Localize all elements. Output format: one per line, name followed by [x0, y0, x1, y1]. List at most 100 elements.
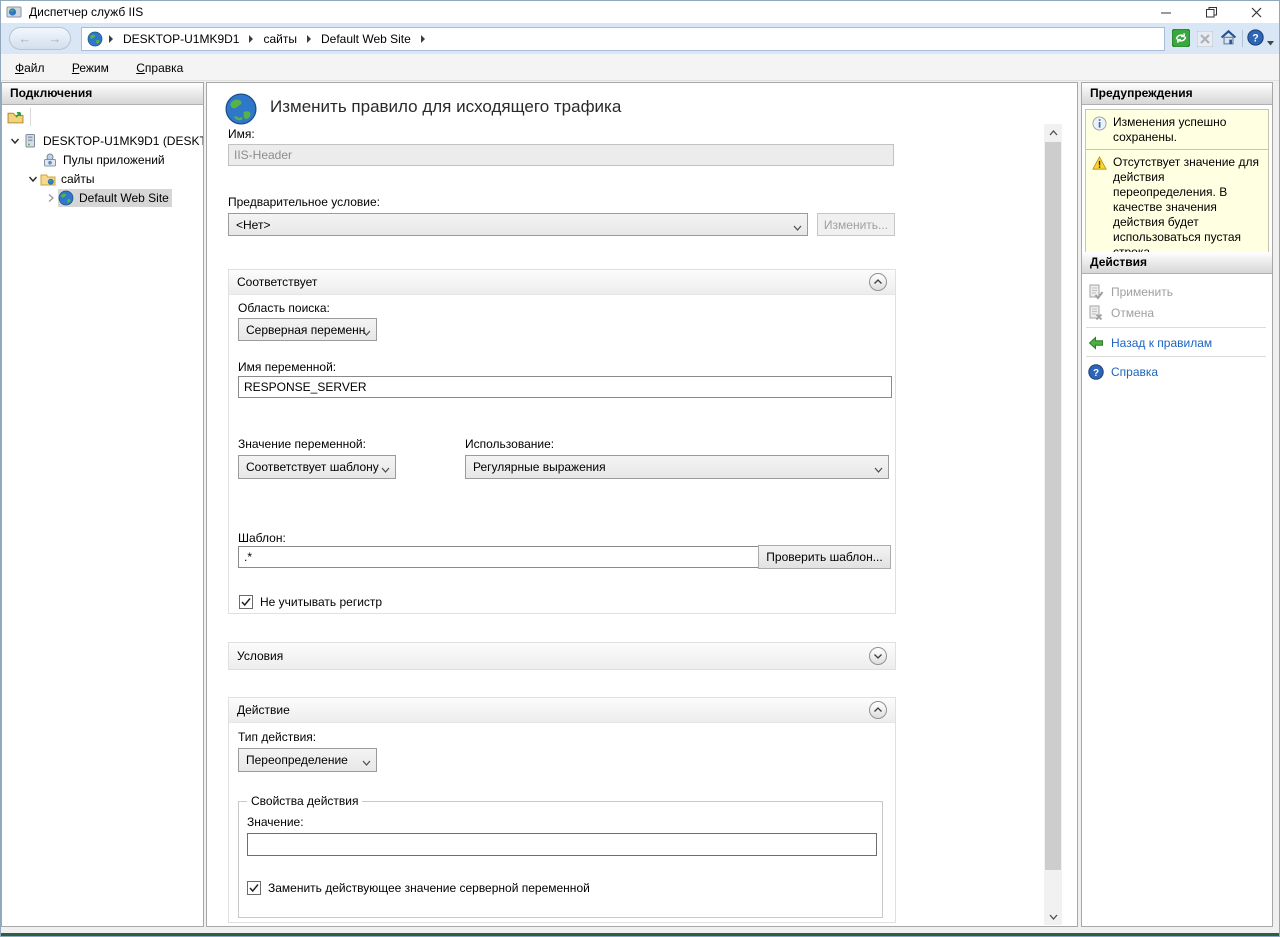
tree-node-sites[interactable]: сайты: [2, 169, 203, 188]
tree-node-server[interactable]: DESKTOP-U1MK9D1 (DESKTOI: [2, 131, 203, 150]
apply-label: Применить: [1111, 285, 1173, 299]
apply-action: Применить: [1082, 282, 1272, 302]
action-properties-title: Свойства действия: [247, 794, 362, 808]
edit-outbound-rule-page: Изменить правило для исходящего трафика …: [206, 82, 1078, 927]
toolbar-divider: [30, 108, 31, 126]
address-bar: ← → DESKTOP-U1MK9D1 сайты Default Web Si…: [1, 23, 1279, 54]
collapse-icon[interactable]: [869, 701, 887, 719]
server-icon: [22, 133, 39, 149]
replace-value-checkbox[interactable]: [247, 881, 261, 895]
site-globe-icon: [58, 190, 75, 206]
app-pools-icon: [42, 152, 59, 168]
scroll-up-icon[interactable]: [1044, 124, 1062, 141]
right-panel: Предупреждения Изменения успешно сохране…: [1081, 82, 1273, 927]
tree-node-default-web-site[interactable]: Default Web Site: [2, 188, 203, 207]
match-section: Соответствует Область поиска: Серверная …: [228, 269, 896, 614]
action-section-header[interactable]: Действие: [229, 698, 895, 723]
back-to-rules-action[interactable]: Назад к правилам: [1082, 333, 1272, 353]
action-section-title: Действие: [237, 703, 290, 717]
scroll-down-icon[interactable]: [1044, 908, 1062, 925]
connections-toolbar: [2, 105, 203, 130]
page-globe-icon: [224, 92, 258, 126]
cancel-icon: [1088, 305, 1104, 321]
help-circle-icon: ?: [1088, 364, 1104, 380]
ignore-case-label[interactable]: Не учитывать регистр: [260, 595, 382, 609]
svg-text:?: ?: [1093, 368, 1099, 379]
back-to-rules-label[interactable]: Назад к правилам: [1111, 336, 1212, 350]
match-section-title: Соответствует: [237, 275, 317, 289]
expand-icon[interactable]: [869, 647, 887, 665]
breadcrumb-separator-icon: [421, 35, 425, 43]
vertical-scrollbar[interactable]: [1044, 124, 1062, 925]
stop-icon: [1197, 31, 1213, 47]
cancel-action: Отмена: [1082, 303, 1272, 323]
change-precondition-button: Изменить...: [817, 213, 895, 236]
conditions-section-header[interactable]: Условия: [229, 643, 895, 669]
pattern-field[interactable]: [238, 546, 759, 568]
chevron-down-icon: [362, 756, 371, 770]
refresh-icon[interactable]: [1172, 29, 1190, 47]
help-action[interactable]: ? Справка: [1082, 362, 1272, 382]
actions-divider: [1086, 327, 1266, 328]
close-button[interactable]: [1234, 1, 1279, 23]
svg-text:?: ?: [1252, 33, 1258, 45]
breadcrumb-item-sites[interactable]: сайты: [263, 32, 297, 46]
save-connection-icon[interactable]: [7, 108, 24, 125]
actions-divider: [1086, 356, 1266, 357]
chevron-down-icon[interactable]: [26, 174, 40, 184]
precondition-select[interactable]: <Нет>: [228, 213, 808, 236]
help-dropdown-caret-icon[interactable]: [1267, 35, 1274, 49]
window-title: Диспетчер служб IIS: [29, 5, 143, 19]
selected-tree-node[interactable]: Default Web Site: [58, 189, 172, 207]
chevron-right-icon[interactable]: [44, 193, 58, 203]
usage-label: Использование:: [465, 437, 554, 451]
menu-view[interactable]: Режим: [72, 61, 109, 75]
tree-node-app-pools[interactable]: Пулы приложений: [2, 150, 203, 169]
chevron-down-icon[interactable]: [8, 136, 22, 146]
breadcrumb: DESKTOP-U1MK9D1 сайты Default Web Site: [81, 27, 1165, 51]
alert-text: Отсутствует значение для действия переоп…: [1113, 155, 1264, 260]
scrollbar-thumb[interactable]: [1045, 142, 1061, 870]
test-pattern-button[interactable]: Проверить шаблон...: [758, 545, 891, 569]
sites-folder-icon: [40, 171, 57, 187]
connections-tree: DESKTOP-U1MK9D1 (DESKTOI Пулы приложений…: [2, 131, 203, 207]
action-value-field[interactable]: [247, 833, 877, 856]
actions-header: Действия: [1082, 252, 1272, 274]
breadcrumb-item-site[interactable]: Default Web Site: [321, 32, 411, 46]
menu-file[interactable]: Файл: [15, 61, 45, 75]
alert-text: Изменения успешно сохранены.: [1113, 115, 1264, 145]
ignore-case-checkbox[interactable]: [239, 595, 253, 609]
name-label: Имя:: [228, 127, 255, 141]
action-properties-group: Свойства действия Значение: Заменить дей…: [238, 801, 883, 918]
iis-manager-window: Диспетчер служб IIS ← → DESKTOP-U1MK9D1 …: [0, 0, 1280, 937]
back-icon[interactable]: ←: [19, 31, 32, 46]
match-section-header[interactable]: Соответствует: [229, 270, 895, 295]
breadcrumb-separator-icon: [249, 35, 253, 43]
replace-value-label[interactable]: Заменить действующее значение серверной …: [268, 881, 590, 895]
variable-name-field[interactable]: [238, 376, 892, 398]
action-type-select[interactable]: Переопределение: [238, 748, 377, 772]
variable-value-select[interactable]: Соответствует шаблону: [238, 455, 396, 479]
tree-node-label: Default Web Site: [79, 191, 169, 205]
help-icon[interactable]: ?: [1247, 29, 1264, 46]
collapse-icon[interactable]: [869, 273, 887, 291]
chevron-down-icon: [362, 326, 371, 340]
minimize-button[interactable]: [1144, 1, 1189, 23]
iis-app-icon: [6, 4, 22, 20]
pattern-label: Шаблон:: [238, 531, 286, 545]
globe-icon: [87, 31, 103, 47]
menu-help[interactable]: Справка: [136, 61, 183, 75]
help-label[interactable]: Справка: [1111, 365, 1158, 379]
precondition-value: <Нет>: [236, 218, 270, 232]
forward-icon[interactable]: →: [49, 31, 62, 46]
warning-icon: [1092, 156, 1107, 171]
home-icon[interactable]: [1220, 29, 1237, 46]
action-type-value: Переопределение: [246, 753, 348, 767]
rule-name-field: [228, 144, 894, 166]
restore-button[interactable]: [1189, 1, 1234, 23]
scope-select[interactable]: Серверная переменн: [238, 318, 377, 341]
usage-select[interactable]: Регулярные выражения: [465, 455, 889, 479]
conditions-section: Условия: [228, 642, 896, 670]
breadcrumb-item-server[interactable]: DESKTOP-U1MK9D1: [123, 32, 239, 46]
connections-panel: Подключения DESKTOP-U1MK9D1 (DESKTOI: [1, 82, 204, 927]
